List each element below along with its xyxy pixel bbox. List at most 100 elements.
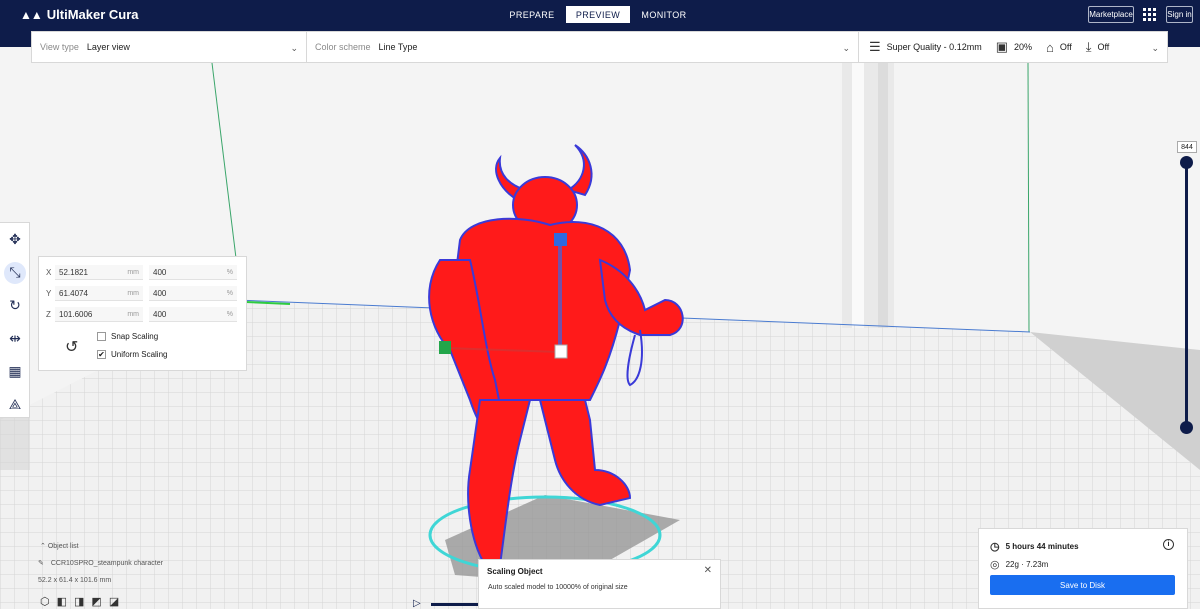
save-to-disk-button[interactable]: Save to Disk xyxy=(990,575,1175,595)
scale-row-y: Y 61.4074 mm 400 % xyxy=(46,286,237,301)
scale-panel: X 52.1821 mm 400 % Y 61.4074 mm 400 % Z … xyxy=(38,256,247,371)
uniform-scaling-label: Uniform Scaling xyxy=(111,350,168,359)
unit-label: mm xyxy=(127,289,139,297)
sliders-icon: ☰ xyxy=(869,39,881,54)
color-scheme-dropdown[interactable]: Color scheme Line Type ⌄ xyxy=(307,32,859,62)
per-model-settings-icon: ▦ xyxy=(8,363,22,379)
object-list-toggle[interactable]: ⌃ Object list xyxy=(40,542,79,550)
view-3d-icon[interactable]: ⬡ xyxy=(40,595,50,608)
infill-item: ▣ 20% xyxy=(996,39,1032,55)
adhesion-item: ⤓ Off xyxy=(1086,39,1110,55)
object-file-name: CCR10SPRO_steampunk character xyxy=(50,559,163,567)
unit-label: % xyxy=(226,268,233,276)
z-percent-value: 400 xyxy=(153,309,167,319)
scale-icon: ⤡ xyxy=(4,261,26,284)
rotate-tool-button[interactable]: ↻ xyxy=(0,289,30,322)
close-icon[interactable]: ✕ xyxy=(704,565,712,576)
scale-handle-z[interactable] xyxy=(554,233,567,246)
mirror-icon: ⇹ xyxy=(9,330,21,346)
print-time: 5 hours 44 minutes xyxy=(1005,542,1079,551)
support-blocker-icon: ⟁ xyxy=(8,396,22,412)
y-mm-input[interactable]: 61.4074 mm xyxy=(55,286,143,301)
uniform-scaling-checkbox[interactable]: ✔ Uniform Scaling xyxy=(97,350,167,359)
pencil-icon: ✎ xyxy=(38,560,44,567)
rotate-icon: ↻ xyxy=(9,297,21,313)
chevron-down-icon: ⌄ xyxy=(290,43,298,53)
object-list: ⌃ Object list ✎ CCR10SPRO_steampunk char… xyxy=(38,540,258,609)
per-model-settings-button[interactable]: ▦ xyxy=(0,355,30,388)
print-info-panel: ◷ 5 hours 44 minutes i ◎ 22g · 7.23m Sav… xyxy=(978,528,1188,609)
scale-handle-uniform[interactable] xyxy=(554,344,568,359)
view-right-icon[interactable]: ◪ xyxy=(109,595,119,608)
tool-panel: ✥ ⤡ ↻ ⇹ ▦ ⟁ xyxy=(0,222,30,418)
checkbox-box xyxy=(97,332,106,341)
x-mm-value: 52.1821 xyxy=(59,267,88,277)
print-settings-bar: View type Layer view ⌄ Color scheme Line… xyxy=(31,31,1168,63)
view-type-value: Layer view xyxy=(86,42,130,52)
chevron-up-icon: ⌃ xyxy=(40,543,46,550)
checkmark-icon: ✔ xyxy=(97,350,106,359)
print-setup-selector[interactable]: ☰ Super Quality - 0.12mm ▣ 20% ⌂ Off ⤓ O… xyxy=(859,32,1167,62)
clock-icon: ◷ xyxy=(990,541,1000,553)
unit-label: % xyxy=(226,310,233,318)
tab-preview[interactable]: PREVIEW xyxy=(566,6,630,23)
axis-label: Z xyxy=(46,310,51,319)
app-logo: ▲▲ UltiMaker Cura xyxy=(20,7,139,22)
profile-item: ☰ Super Quality - 0.12mm xyxy=(869,39,982,55)
reset-scale-icon[interactable]: ↺ xyxy=(65,337,78,357)
mirror-tool-button[interactable]: ⇹ xyxy=(0,322,30,355)
camera-view-buttons: ⬡ ◧ ◨ ◩ ◪ xyxy=(40,595,119,608)
y-percent-input[interactable]: 400 % xyxy=(149,286,237,301)
scale-handle-x[interactable] xyxy=(439,341,451,354)
material-spool-icon: ◎ xyxy=(990,559,1000,571)
scale-tool-button[interactable]: ⤡ xyxy=(0,256,30,289)
material-usage: 22g · 7.23m xyxy=(1005,560,1049,569)
view-left-icon[interactable]: ◩ xyxy=(91,595,101,608)
support-value: Off xyxy=(1059,42,1072,52)
marketplace-button[interactable]: Marketplace xyxy=(1088,6,1134,23)
ultimaker-logo-icon: ▲▲ xyxy=(20,7,43,22)
layer-slider-lower-handle[interactable] xyxy=(1180,421,1193,434)
profile-value: Super Quality - 0.12mm xyxy=(886,42,982,52)
view-top-icon[interactable]: ◨ xyxy=(74,595,84,608)
layer-slider-track[interactable] xyxy=(1185,162,1188,428)
infill-value: 20% xyxy=(1014,42,1033,52)
x-mm-input[interactable]: 52.1821 mm xyxy=(55,265,143,280)
snap-scaling-label: Snap Scaling xyxy=(111,332,159,341)
chevron-down-icon: ⌄ xyxy=(1151,43,1159,53)
tab-prepare[interactable]: PREPARE xyxy=(500,6,564,23)
app-title: UltiMaker Cura xyxy=(46,7,139,22)
object-file-row[interactable]: ✎ CCR10SPRO_steampunk character xyxy=(38,559,163,568)
view-front-icon[interactable]: ◧ xyxy=(57,595,67,608)
sign-in-button[interactable]: Sign in xyxy=(1166,6,1193,23)
path-slider-track[interactable] xyxy=(431,603,479,606)
axis-label: Y xyxy=(46,289,52,298)
move-tool-button[interactable]: ✥ xyxy=(0,223,30,256)
z-mm-input[interactable]: 101.6006 mm xyxy=(55,307,143,322)
layer-number-input[interactable]: 844 xyxy=(1177,141,1197,153)
snap-scaling-checkbox[interactable]: Snap Scaling xyxy=(97,332,158,341)
stage-tabs: PREPARE PREVIEW MONITOR xyxy=(500,6,698,23)
material-row: ◎ 22g · 7.23m xyxy=(990,558,1048,571)
support-blocker-button[interactable]: ⟁ xyxy=(0,388,30,421)
scale-row-z: Z 101.6006 mm 400 % xyxy=(46,307,237,322)
color-scheme-label: Color scheme xyxy=(315,42,371,52)
print-time-row: ◷ 5 hours 44 minutes xyxy=(990,540,1079,553)
play-icon[interactable]: ▷ xyxy=(413,598,421,609)
apps-grid-icon[interactable] xyxy=(1143,8,1156,21)
infill-icon: ▣ xyxy=(995,39,1008,54)
support-icon: ⌂ xyxy=(1046,39,1054,55)
layer-slider-upper-handle[interactable] xyxy=(1180,156,1193,169)
unit-label: % xyxy=(226,289,233,297)
view-type-dropdown[interactable]: View type Layer view ⌄ xyxy=(32,32,307,62)
x-percent-input[interactable]: 400 % xyxy=(149,265,237,280)
tab-monitor[interactable]: MONITOR xyxy=(632,6,696,23)
y-percent-value: 400 xyxy=(153,288,167,298)
adhesion-icon: ⤓ xyxy=(1085,39,1092,54)
top-bar: ▲▲ UltiMaker Cura PREPARE PREVIEW MONITO… xyxy=(0,0,1200,30)
z-mm-value: 101.6006 xyxy=(59,309,93,319)
chevron-down-icon: ⌄ xyxy=(842,43,850,53)
z-percent-input[interactable]: 400 % xyxy=(149,307,237,322)
info-icon[interactable]: i xyxy=(1163,539,1174,550)
notification-message: Auto scaled model to 10000% of original … xyxy=(488,584,628,591)
